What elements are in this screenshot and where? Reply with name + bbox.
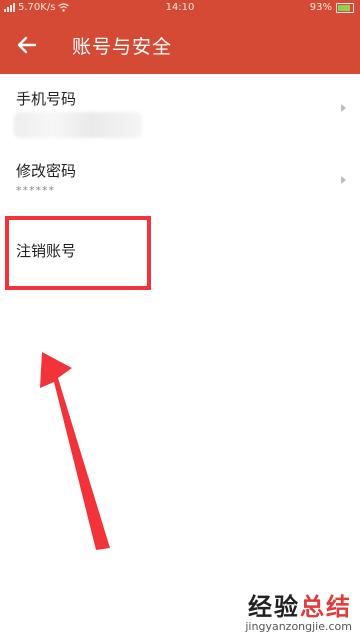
annotation-arrow (40, 352, 110, 550)
watermark-title-part2: 总结 (300, 593, 352, 621)
watermark: 经验总结 jingyanzongjie.com (245, 587, 352, 633)
watermark-url: jingyanzongjie.com (245, 620, 352, 633)
watermark-title: 经验总结 (245, 587, 352, 622)
watermark-title-part1: 经验 (248, 593, 300, 621)
